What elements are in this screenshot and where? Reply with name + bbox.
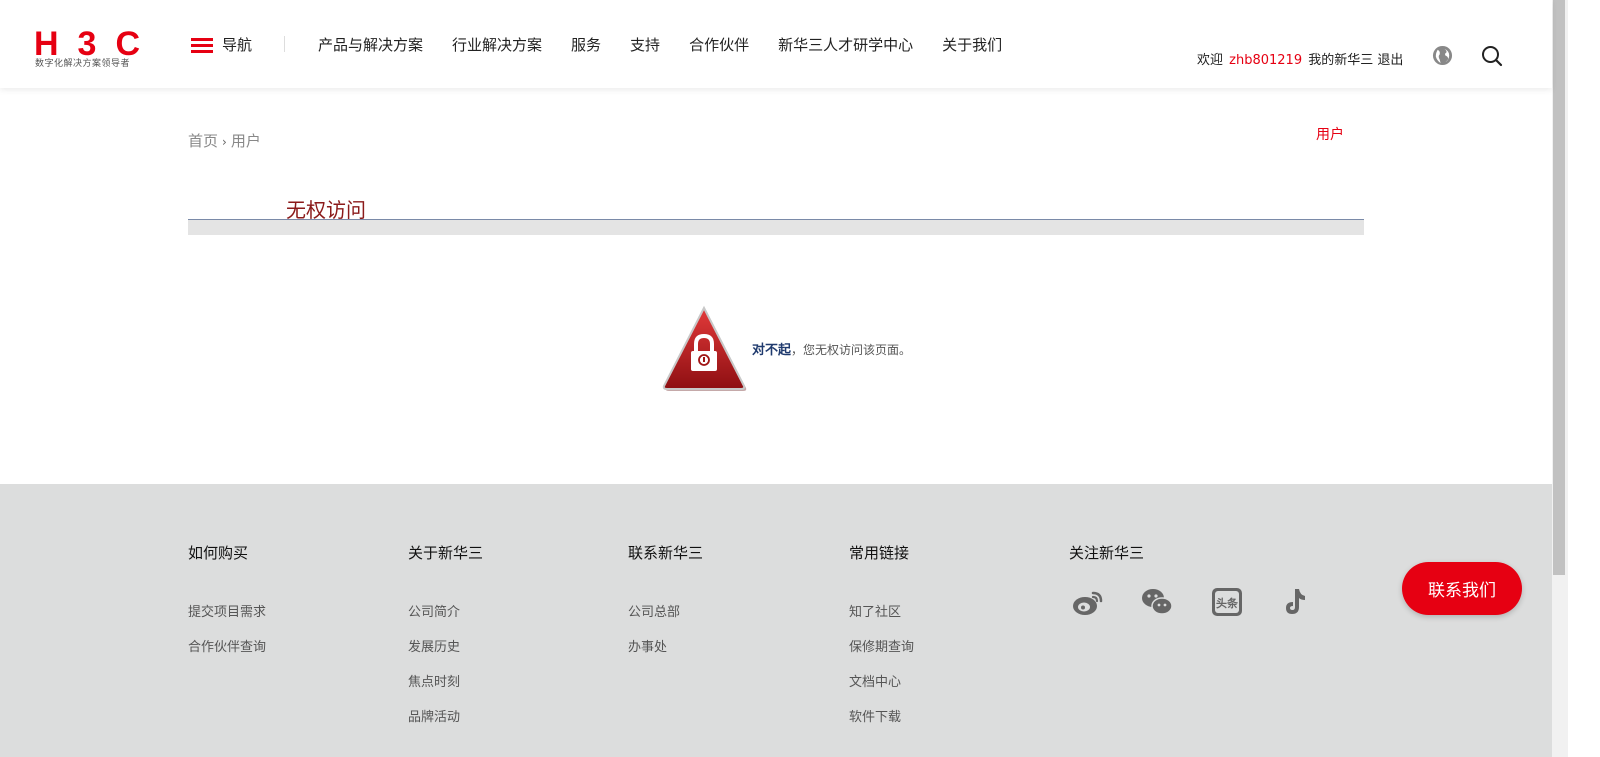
- globe-icon[interactable]: [1432, 45, 1453, 66]
- breadcrumb-separator: ›: [222, 135, 227, 149]
- nav-toggle-button[interactable]: 导航: [191, 34, 252, 55]
- scrollbar-thumb[interactable]: [1553, 0, 1565, 575]
- message-strong: 对不起: [752, 343, 792, 358]
- nav-item-about[interactable]: 关于我们: [942, 34, 1002, 55]
- nav-item-partners[interactable]: 合作伙伴: [689, 34, 749, 55]
- footer-col-title: 如何购买: [188, 544, 249, 562]
- footer-link[interactable]: 公司总部: [628, 601, 703, 636]
- nav-item-talent-center[interactable]: 新华三人才研学中心: [778, 34, 913, 55]
- footer-col-links: 常用链接 知了社区 保修期查询 文档中心 软件下载: [849, 542, 914, 741]
- nav-item-industry[interactable]: 行业解决方案: [452, 34, 542, 55]
- breadcrumb: 首页 › 用户: [188, 130, 261, 151]
- footer-col-title: 联系新华三: [628, 544, 704, 562]
- logout-link[interactable]: 退出: [1377, 53, 1403, 68]
- footer-col-about: 关于新华三 公司简介 发展历史 焦点时刻 品牌活动: [408, 542, 483, 741]
- tiktok-icon[interactable]: [1278, 585, 1312, 619]
- footer-col-how-to-buy: 如何购买 提交项目需求 合作伙伴查询: [188, 542, 266, 671]
- username-link[interactable]: zhb801219: [1229, 53, 1302, 68]
- wechat-icon[interactable]: [1140, 585, 1174, 619]
- breadcrumb-current: 用户: [230, 132, 261, 150]
- nav-item-products[interactable]: 产品与解决方案: [318, 34, 423, 55]
- contact-us-button[interactable]: 联系我们: [1402, 562, 1522, 615]
- footer-link[interactable]: 提交项目需求: [188, 601, 266, 636]
- footer-col-title: 关注新华三: [1069, 544, 1145, 562]
- title-bar: [188, 220, 1364, 235]
- footer-col-contact: 联系新华三 公司总部 办事处: [628, 542, 703, 671]
- nav-item-service[interactable]: 服务: [571, 34, 601, 55]
- footer-link[interactable]: 文档中心: [849, 671, 914, 706]
- nav-divider: [284, 36, 285, 52]
- svg-text:头条: 头条: [1216, 596, 1239, 610]
- footer-link[interactable]: 公司简介: [408, 601, 483, 636]
- my-account-link[interactable]: 我的新华三: [1308, 53, 1373, 68]
- footer-link[interactable]: 焦点时刻: [408, 671, 483, 706]
- footer-link[interactable]: 办事处: [628, 636, 703, 671]
- access-denied-lock-icon: [662, 305, 747, 391]
- weibo-icon[interactable]: [1071, 585, 1105, 619]
- footer-link[interactable]: 保修期查询: [849, 636, 914, 671]
- access-denied-message: 对不起，您无权访问该页面。: [752, 339, 911, 358]
- welcome-text: 欢迎: [1197, 53, 1224, 68]
- search-icon[interactable]: [1480, 44, 1504, 68]
- footer-link[interactable]: 品牌活动: [408, 706, 483, 741]
- nav-toggle-label: 导航: [222, 36, 253, 54]
- logo-tagline: 数字化解决方案领导者: [35, 59, 131, 69]
- footer-link[interactable]: 软件下载: [849, 706, 914, 741]
- user-area: 欢迎 zhb801219 我的新华三 退出: [1197, 49, 1403, 68]
- footer-link[interactable]: 知了社区: [849, 601, 914, 636]
- user-side-link[interactable]: 用户: [1316, 124, 1344, 144]
- footer-link[interactable]: 发展历史: [408, 636, 483, 671]
- message-text: ，您无权访问该页面。: [791, 343, 912, 357]
- footer-col-title: 常用链接: [849, 544, 910, 562]
- footer-col-title: 关于新华三: [408, 544, 484, 562]
- menu-icon: [191, 37, 213, 53]
- nav-item-support[interactable]: 支持: [630, 34, 660, 55]
- footer-link[interactable]: 合作伙伴查询: [188, 636, 266, 671]
- breadcrumb-home[interactable]: 首页: [188, 132, 218, 150]
- toutiao-icon[interactable]: 头条: [1210, 585, 1244, 619]
- main-nav: 产品与解决方案 行业解决方案 服务 支持 合作伙伴 新华三人才研学中心 关于我们: [318, 34, 1002, 55]
- site-header: H3C 数字化解决方案领导者 导航 产品与解决方案 行业解决方案 服务 支持 合…: [0, 0, 1552, 88]
